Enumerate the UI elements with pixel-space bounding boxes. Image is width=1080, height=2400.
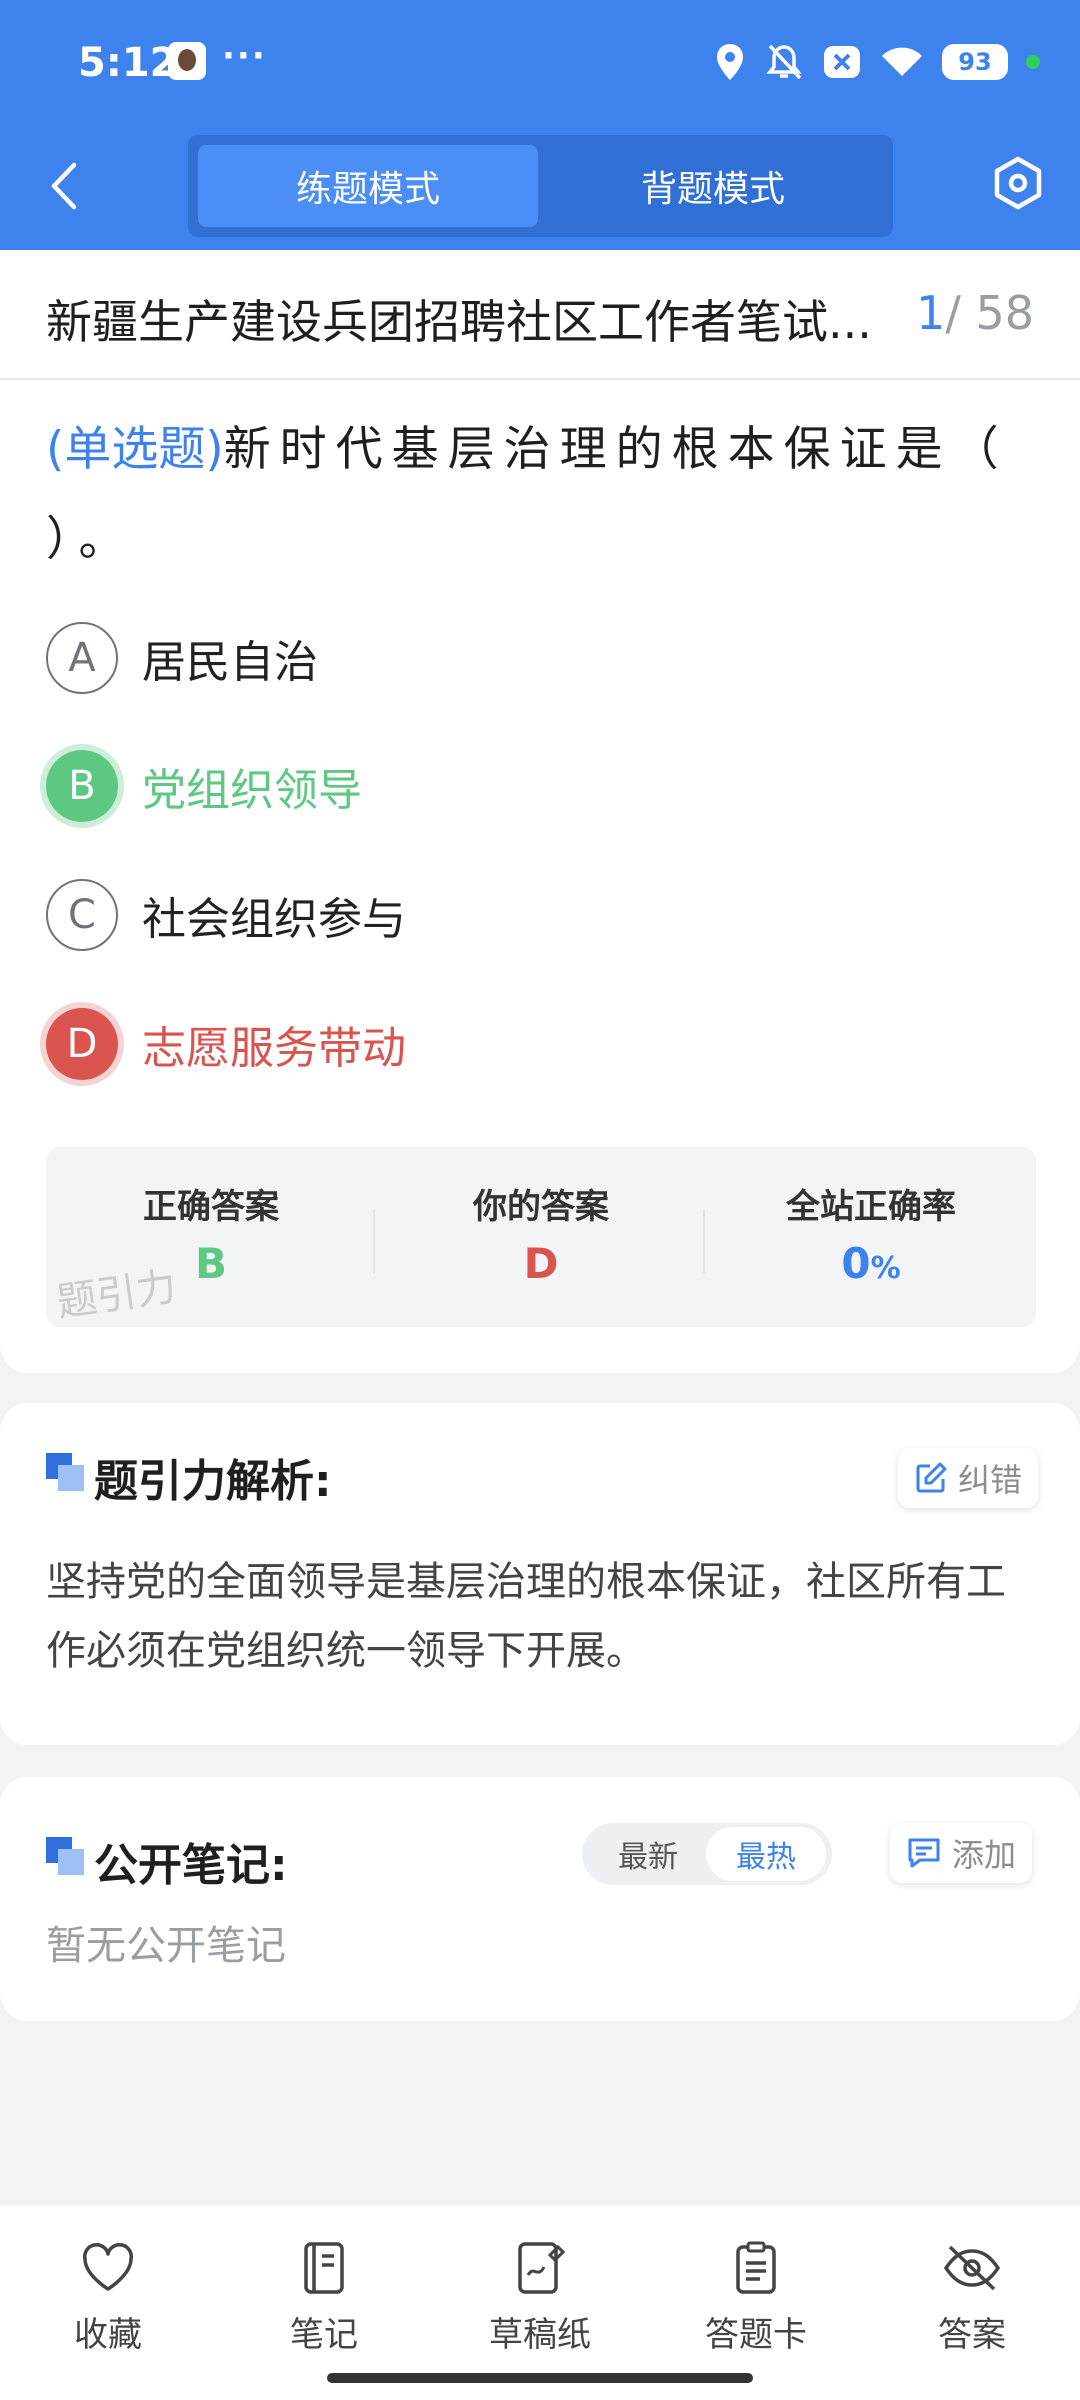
exam-title: 新疆生产建设兵团招聘社区工作者笔试...: [46, 295, 872, 349]
back-arrow-icon[interactable]: [44, 161, 84, 211]
wifi-icon: [882, 47, 922, 76]
stat-label: 正确答案: [143, 1187, 279, 1227]
question-card: 新疆生产建设兵团招聘社区工作者笔试... 1/ 58 (单选题)新时代基层治理的…: [0, 250, 1080, 1373]
heart-icon: [82, 2243, 134, 2291]
tab-label: 收藏: [74, 2315, 142, 2355]
nav-bar: 练题模式 背题模式: [0, 125, 1080, 250]
tab-label: 草稿纸: [489, 2315, 591, 2355]
sort-newest[interactable]: 最新: [588, 1827, 708, 1881]
notes-empty-text: 暂无公开笔记: [46, 1923, 286, 1969]
status-bar: 5:12 ··· 93: [0, 0, 1080, 125]
answer-sheet-icon: [736, 2241, 776, 2294]
option-a[interactable]: A 居民自治: [46, 620, 318, 696]
bottom-toolbar: 收藏 笔记 草稿纸 答题卡 答案: [0, 2204, 1080, 2400]
home-indicator[interactable]: [327, 2373, 753, 2383]
exam-title-row: 新疆生产建设兵团招聘社区工作者笔试... 1/ 58: [0, 250, 1080, 380]
tab-answer-sheet[interactable]: 答题卡: [656, 2241, 856, 2356]
sort-hottest[interactable]: 最热: [706, 1827, 826, 1881]
battery-indicator: 93: [942, 44, 1008, 80]
tab-draft-paper[interactable]: 草稿纸: [440, 2241, 640, 2356]
option-text: 居民自治: [142, 637, 318, 688]
app-notification-icon: [824, 46, 860, 78]
report-error-label: 纠错: [958, 1461, 1023, 1499]
tab-recite-mode[interactable]: 背题模式: [543, 145, 883, 227]
question-text: (单选题)新时代基层治理的根本保证是（ ）。: [46, 405, 1036, 585]
location-icon: [717, 44, 743, 80]
option-text: 党组织领导: [142, 765, 362, 816]
eye-off-icon: [943, 2245, 1001, 2291]
section-squares-icon: [46, 1837, 86, 1877]
mode-switch: 练题模式 背题模式: [188, 135, 893, 237]
tab-answer[interactable]: 答案: [872, 2241, 1072, 2356]
draft-paper-icon: [518, 2242, 566, 2294]
option-letter: A: [46, 622, 118, 694]
status-icons: 93: [714, 40, 1040, 84]
analysis-card: 题引力解析: 纠错 坚持党的全面领导是基层治理的根本保证，社区所有工作必须在党组…: [0, 1403, 1080, 1745]
edit-icon: [916, 1462, 947, 1493]
public-notes-card: 公开笔记: 最新 最热 添加 暂无公开笔记: [0, 1777, 1080, 2021]
app-header: 5:12 ··· 93 练题模式 背题模式: [0, 0, 1080, 250]
accuracy-rate-stat: 全站正确率 0%: [706, 1147, 1036, 1327]
option-text: 志愿服务带动: [142, 1023, 406, 1074]
notification-avatar-icon: [168, 42, 206, 80]
notes-sort-toggle: 最新 最热: [582, 1823, 832, 1885]
option-b[interactable]: B 党组织领导: [46, 748, 362, 824]
tab-label: 笔记: [290, 2315, 358, 2355]
your-answer-value: D: [523, 1239, 559, 1288]
tab-notes[interactable]: 笔记: [224, 2241, 424, 2356]
rate-number: 0: [841, 1239, 871, 1288]
accuracy-rate-value: 0%: [706, 1239, 1036, 1288]
option-letter: C: [46, 879, 118, 951]
analysis-text: 坚持党的全面领导是基层治理的根本保证，社区所有工作必须在党组织统一领导下开展。: [46, 1559, 1006, 1674]
option-d[interactable]: D 志愿服务带动: [46, 1006, 406, 1082]
report-error-button[interactable]: 纠错: [898, 1448, 1039, 1508]
current-question-number: 1: [916, 286, 946, 340]
bell-off-icon: [766, 44, 802, 80]
tab-label: 答案: [938, 2315, 1006, 2355]
total-questions: / 58: [945, 286, 1034, 340]
divider: [373, 1209, 375, 1273]
analysis-title: 题引力解析:: [94, 1456, 332, 1507]
add-note-label: 添加: [952, 1836, 1017, 1874]
section-squares-icon: [46, 1453, 86, 1493]
tab-favorite[interactable]: 收藏: [8, 2241, 208, 2356]
status-time: 5:12: [78, 40, 178, 86]
divider: [703, 1209, 705, 1273]
comment-icon: [908, 1838, 940, 1868]
rate-unit: %: [870, 1251, 901, 1286]
add-note-button[interactable]: 添加: [890, 1823, 1033, 1883]
option-letter: B: [46, 750, 118, 822]
stat-label: 全站正确率: [786, 1187, 956, 1227]
option-letter: D: [46, 1008, 118, 1080]
question-type: (单选题): [46, 422, 224, 477]
notebook-icon: [304, 2242, 344, 2294]
question-counter: 1/ 58: [916, 286, 1034, 340]
answer-stats: 正确答案 B 你的答案 D 全站正确率 0% 题引力: [46, 1147, 1036, 1327]
tab-practice-mode[interactable]: 练题模式: [198, 145, 538, 227]
stat-label: 你的答案: [473, 1187, 609, 1227]
settings-hex-icon[interactable]: [990, 155, 1046, 211]
notes-title: 公开笔记:: [94, 1840, 288, 1891]
privacy-indicator-dot: [1026, 55, 1040, 69]
option-c[interactable]: C 社会组织参与: [46, 877, 406, 953]
tab-label: 答题卡: [705, 2315, 807, 2355]
your-answer-stat: 你的答案 D: [376, 1147, 706, 1327]
option-text: 社会组织参与: [142, 894, 406, 945]
more-notifications-icon: ···: [222, 36, 267, 76]
